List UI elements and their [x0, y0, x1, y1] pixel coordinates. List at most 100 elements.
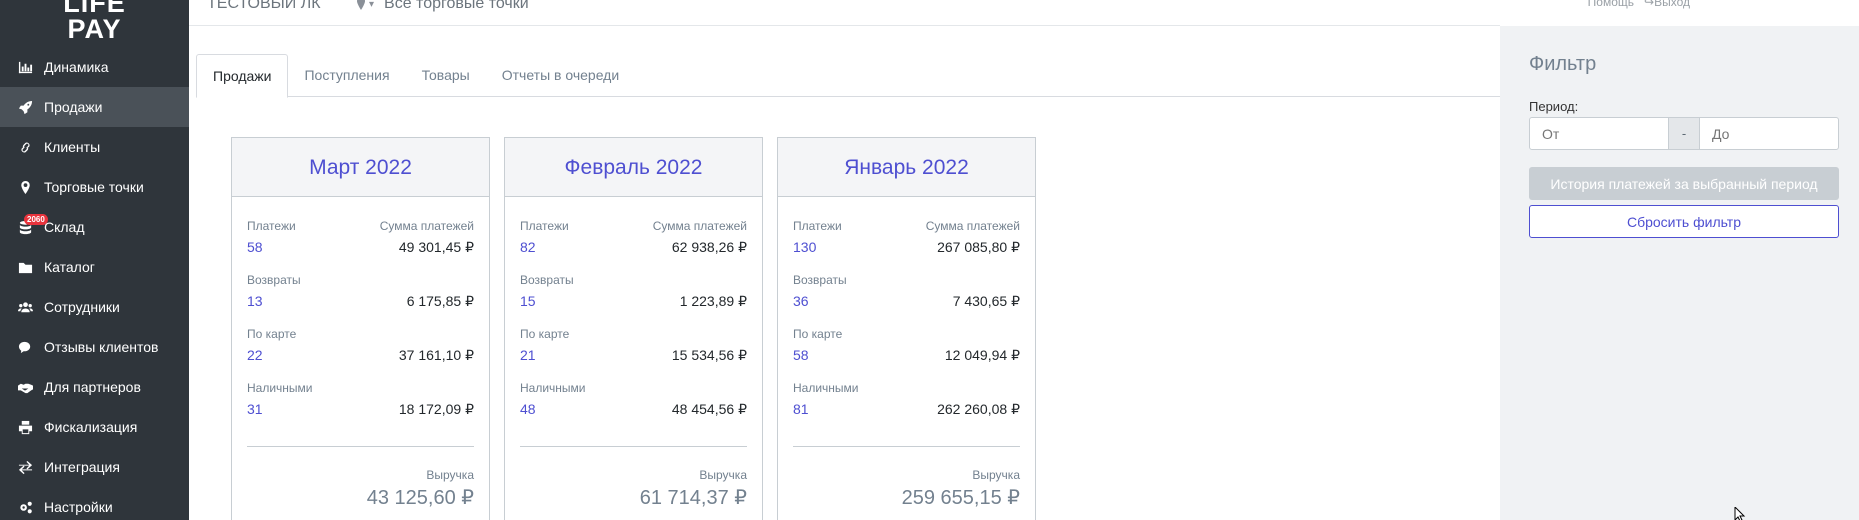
- payments-sum-label: Сумма платежей: [379, 219, 474, 233]
- payments-sum: 49 301,45 ₽: [398, 239, 474, 255]
- card-payments-row: По карте 58 12 049,94 ₽: [793, 327, 1020, 367]
- payment-history-button[interactable]: История платежей за выбранный период: [1529, 167, 1839, 200]
- cash-sum: 18 172,09 ₽: [398, 401, 474, 417]
- help-link[interactable]: Помощь: [1588, 0, 1634, 9]
- cash-row: Наличными 31 18 172,09 ₽: [247, 381, 474, 421]
- sidebar-item-label: Настройки: [44, 499, 113, 515]
- revenue-value: 43 125,60 ₽: [366, 487, 474, 509]
- sidebar-item-fiscalization[interactable]: Фискализация: [0, 407, 189, 447]
- sidebar-item-clients[interactable]: Клиенты: [0, 127, 189, 167]
- month-card: Январь 2022 Платежи Сумма платежей 130 2…: [777, 137, 1036, 520]
- card-payments-sum: 15 534,56 ₽: [671, 347, 747, 363]
- divider: [247, 446, 474, 447]
- period-separator: -: [1669, 117, 1699, 150]
- returns-label: Возвраты: [520, 273, 574, 287]
- sidebar-item-integration[interactable]: Интеграция: [0, 447, 189, 487]
- sidebar-item-label: Торговые точки: [44, 179, 144, 195]
- sidebar-item-label: Сотрудники: [44, 299, 120, 315]
- sidebar-item-label: Клиенты: [44, 139, 101, 155]
- sidebar-nav: Динамика Продажи Клиенты Торговые точки …: [0, 47, 189, 520]
- warehouse-badge: 2060: [24, 214, 48, 225]
- payments-row: Платежи Сумма платежей 82 62 938,26 ₽: [520, 219, 747, 259]
- payments-sum: 62 938,26 ₽: [671, 239, 747, 255]
- returns-sum: 7 430,65 ₽: [952, 293, 1020, 309]
- comments-icon: [16, 338, 34, 356]
- returns-count[interactable]: 13: [247, 293, 263, 309]
- exchange-icon: [16, 458, 34, 476]
- sidebar-item-stores[interactable]: Торговые точки: [0, 167, 189, 207]
- returns-sum: 1 223,89 ₽: [679, 293, 747, 309]
- chevron-down-icon: ▾: [369, 0, 375, 10]
- sidebar-item-label: Склад: [44, 219, 85, 235]
- payments-row: Платежи Сумма платежей 58 49 301,45 ₽: [247, 219, 474, 259]
- sidebar-item-reviews[interactable]: Отзывы клиентов: [0, 327, 189, 367]
- card-payments-count[interactable]: 21: [520, 347, 536, 363]
- sidebar-item-dynamics[interactable]: Динамика: [0, 47, 189, 87]
- returns-count[interactable]: 15: [520, 293, 536, 309]
- payments-count[interactable]: 82: [520, 239, 536, 255]
- cogs-icon: [16, 498, 34, 516]
- sidebar-item-label: Фискализация: [44, 419, 138, 435]
- card-payments-label: По карте: [793, 327, 843, 341]
- cash-row: Наличными 48 48 454,56 ₽: [520, 381, 747, 421]
- card-payments-count[interactable]: 22: [247, 347, 263, 363]
- card-payments-row: По карте 21 15 534,56 ₽: [520, 327, 747, 367]
- period-range: -: [1529, 117, 1839, 150]
- users-icon: [16, 298, 34, 316]
- tab-sales[interactable]: Продажи: [196, 54, 289, 98]
- card-payments-label: По карте: [520, 327, 570, 341]
- cash-row: Наличными 81 262 260,08 ₽: [793, 381, 1020, 421]
- payments-sum-label: Сумма платежей: [652, 219, 747, 233]
- sidebar-item-label: Продажи: [44, 99, 103, 115]
- sidebar-item-sales[interactable]: Продажи: [0, 87, 189, 127]
- cash-count[interactable]: 81: [793, 401, 809, 417]
- logout-icon: ↪: [1644, 0, 1655, 9]
- filter-title: Фильтр: [1529, 53, 1597, 75]
- returns-count[interactable]: 36: [793, 293, 809, 309]
- returns-label: Возвраты: [247, 273, 301, 287]
- cash-count[interactable]: 48: [520, 401, 536, 417]
- returns-label: Возвраты: [793, 273, 847, 287]
- sidebar-item-label: Отзывы клиентов: [44, 339, 159, 355]
- sidebar-item-settings[interactable]: Настройки: [0, 487, 189, 520]
- payments-count[interactable]: 130: [793, 239, 816, 255]
- payments-label: Платежи: [520, 219, 569, 233]
- card-payments-count[interactable]: 58: [793, 347, 809, 363]
- rocket-icon: [16, 98, 34, 116]
- filter-panel: Фильтр Период: - История платежей за выб…: [1500, 26, 1859, 520]
- reset-filter-button[interactable]: Сбросить фильтр: [1529, 205, 1839, 238]
- sidebar-item-label: Для партнеров: [44, 379, 141, 395]
- revenue-value: 61 714,37 ₽: [639, 487, 747, 509]
- tab-products[interactable]: Товары: [406, 54, 486, 98]
- folder-icon: [16, 258, 34, 276]
- handshake-icon: [16, 378, 34, 396]
- tab-queued-reports[interactable]: Отчеты в очереди: [486, 54, 635, 98]
- revenue-label: Выручка: [972, 468, 1020, 482]
- month-card-title[interactable]: Март 2022: [232, 138, 489, 197]
- logout-link[interactable]: ↪Выход: [1644, 0, 1690, 9]
- payments-sum-label: Сумма платежей: [925, 219, 1020, 233]
- logout-label: Выход: [1654, 0, 1690, 9]
- sidebar-item-warehouse[interactable]: 2060 Склад: [0, 207, 189, 247]
- payments-sum: 267 085,80 ₽: [937, 239, 1020, 255]
- sidebar-item-partners[interactable]: Для партнеров: [0, 367, 189, 407]
- payments-count[interactable]: 58: [247, 239, 263, 255]
- tab-receipts[interactable]: Поступления: [288, 54, 405, 98]
- store-selector[interactable]: ▾ Все торговые точки: [355, 0, 529, 13]
- payments-row: Платежи Сумма платежей 130 267 085,80 ₽: [793, 219, 1020, 259]
- period-to-input[interactable]: [1699, 117, 1839, 150]
- sidebar-item-catalog[interactable]: Каталог: [0, 247, 189, 287]
- period-from-input[interactable]: [1529, 117, 1669, 150]
- sidebar-item-employees[interactable]: Сотрудники: [0, 287, 189, 327]
- map-marker-icon: [16, 178, 34, 196]
- month-card-title[interactable]: Февраль 2022: [505, 138, 762, 197]
- cash-count[interactable]: 31: [247, 401, 263, 417]
- cash-label: Наличными: [520, 381, 586, 395]
- returns-row: Возвраты 15 1 223,89 ₽: [520, 273, 747, 313]
- account-name[interactable]: ТЕСТОВЫЙ ЛК: [207, 0, 321, 13]
- map-marker-icon: [357, 0, 365, 10]
- period-label: Период:: [1529, 99, 1579, 114]
- logo[interactable]: LIFE PAY: [0, 0, 189, 43]
- cash-sum: 262 260,08 ₽: [937, 401, 1020, 417]
- month-card-title[interactable]: Январь 2022: [778, 138, 1035, 197]
